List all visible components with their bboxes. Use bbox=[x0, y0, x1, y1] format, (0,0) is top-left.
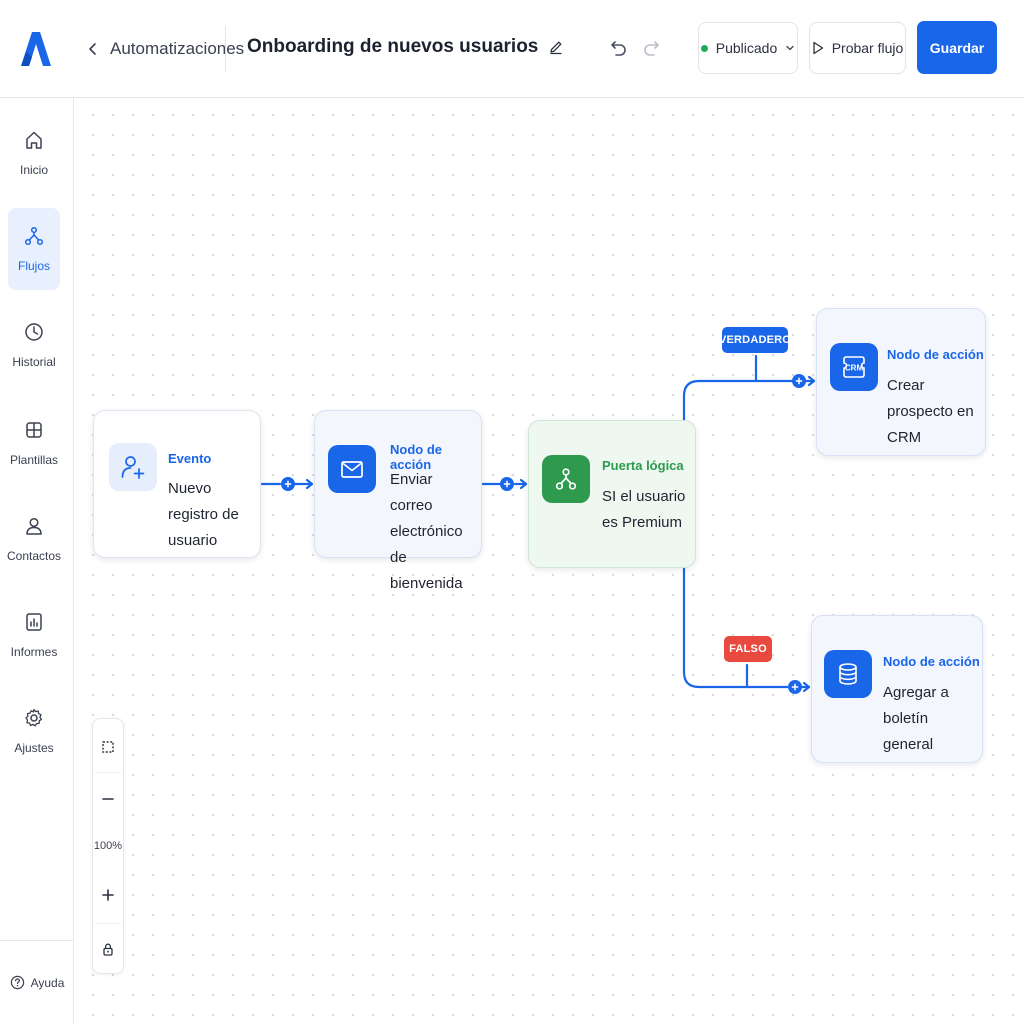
test-flow-label: Probar flujo bbox=[831, 40, 904, 56]
flow-title-container: Onboarding de nuevos usuarios bbox=[247, 36, 564, 58]
node-description: Agregar a boletín general bbox=[883, 684, 949, 753]
sidebar-item-label: Flujos bbox=[17, 259, 50, 273]
branch-true-tag: VERDADERO bbox=[719, 327, 791, 353]
zoom-in-button[interactable] bbox=[93, 875, 123, 915]
back-link[interactable]: Automatizaciones bbox=[86, 36, 244, 62]
help-link[interactable]: Ayuda bbox=[0, 940, 74, 1024]
sidebar-item-ajustes[interactable]: Ajustes bbox=[8, 690, 60, 772]
help-label: Ayuda bbox=[30, 975, 65, 990]
redo-icon[interactable] bbox=[640, 37, 662, 59]
plus-icon bbox=[791, 683, 799, 691]
newsletter-action-node[interactable]: Nodo de acción Agregar a boletín general bbox=[811, 615, 983, 763]
chevron-down-icon bbox=[786, 45, 794, 51]
node-kind-label: Nodo de acción bbox=[883, 654, 980, 669]
selection-icon bbox=[102, 741, 114, 753]
node-kind-label: Nodo de acción bbox=[887, 347, 984, 362]
crm-icon-text: CRM bbox=[845, 364, 864, 373]
gear-icon bbox=[25, 708, 43, 727]
plus-icon bbox=[102, 889, 114, 901]
lock-icon bbox=[103, 943, 113, 956]
sidebar: Inicio Flujos Historial Plantillas Conta… bbox=[0, 98, 74, 1024]
sidebar-item-label: Informes bbox=[10, 645, 58, 659]
add-step-button[interactable] bbox=[792, 374, 806, 388]
branch-false-tag: FALSO bbox=[724, 636, 772, 662]
save-button[interactable]: Guardar bbox=[917, 21, 997, 74]
node-kind-label: Evento bbox=[168, 451, 212, 466]
status-label: Publicado bbox=[715, 40, 778, 56]
node-description: Crear prospecto en CRM bbox=[887, 377, 974, 446]
crm-icon-box: CRM bbox=[830, 343, 878, 391]
sidebar-item-contactos[interactable]: Contactos bbox=[6, 498, 62, 580]
plus-icon bbox=[795, 377, 803, 385]
fit-view-button[interactable] bbox=[93, 727, 123, 767]
sidebar-item-label: Contactos bbox=[6, 549, 62, 563]
undo-icon[interactable] bbox=[608, 37, 630, 59]
database-icon bbox=[839, 663, 857, 685]
flows-icon bbox=[24, 226, 44, 246]
crm-action-node[interactable]: CRM Nodo de acción Crear prospecto en CR… bbox=[816, 308, 986, 456]
node-description: SI el usuario es Premium bbox=[602, 488, 686, 531]
sidebar-item-plantillas[interactable]: Plantillas bbox=[8, 402, 60, 484]
sidebar-item-informes[interactable]: Informes bbox=[8, 594, 60, 676]
minus-icon bbox=[102, 798, 114, 800]
add-step-button[interactable] bbox=[788, 680, 802, 694]
crm-icon: CRM bbox=[843, 356, 865, 378]
mail-icon bbox=[341, 461, 363, 478]
test-flow-button[interactable]: Probar flujo bbox=[809, 22, 906, 74]
add-step-button[interactable] bbox=[500, 477, 514, 491]
chevron-left-icon bbox=[89, 43, 96, 55]
logic-icon-box bbox=[542, 455, 590, 503]
sidebar-item-label: Plantillas bbox=[9, 453, 59, 467]
newsletter-icon-box bbox=[824, 650, 872, 698]
logic-gate-node[interactable]: Puerta lógica SI el usuario es Premium bbox=[528, 420, 696, 568]
divider bbox=[95, 923, 121, 924]
pencil-icon[interactable] bbox=[548, 39, 564, 55]
sidebar-item-inicio[interactable]: Inicio bbox=[8, 112, 60, 194]
sidebar-item-label: Ajustes bbox=[14, 741, 54, 755]
zoom-level: 100% bbox=[93, 840, 123, 852]
status-dropdown[interactable]: Publicado bbox=[698, 22, 798, 74]
chart-icon bbox=[26, 613, 42, 631]
user-icon bbox=[26, 517, 42, 535]
event-node[interactable]: Evento Nuevo registro de usuario bbox=[93, 410, 261, 558]
add-step-button[interactable] bbox=[281, 477, 295, 491]
sidebar-item-label: Historial bbox=[12, 355, 56, 369]
sidebar-item-flujos[interactable]: Flujos bbox=[8, 208, 60, 290]
user-plus-icon bbox=[121, 456, 145, 479]
top-bar: Automatizaciones Onboarding de nuevos us… bbox=[0, 0, 1024, 98]
page-title: Onboarding de nuevos usuarios bbox=[247, 36, 539, 57]
divider bbox=[225, 26, 226, 72]
node-description: Enviar correo electrónico de bienvenida bbox=[390, 471, 463, 592]
templates-icon bbox=[26, 422, 42, 438]
home-icon bbox=[26, 131, 42, 149]
node-description: Nuevo registro de usuario bbox=[168, 480, 239, 549]
play-icon bbox=[813, 41, 823, 55]
branch-icon bbox=[555, 468, 577, 490]
lock-canvas-button[interactable] bbox=[93, 929, 123, 969]
email-icon-box bbox=[328, 445, 376, 493]
plus-icon bbox=[284, 480, 292, 488]
event-icon-box bbox=[109, 443, 157, 491]
sidebar-item-label: Inicio bbox=[19, 163, 48, 177]
help-icon bbox=[10, 975, 24, 990]
status-dot bbox=[700, 44, 708, 52]
node-kind-label: Puerta lógica bbox=[602, 458, 684, 473]
zoom-out-button[interactable] bbox=[93, 779, 123, 819]
zoom-controls: 100% bbox=[92, 718, 124, 974]
sidebar-item-historial[interactable]: Historial bbox=[8, 304, 60, 386]
email-action-node[interactable]: Nodo de acción Enviar correo electrónico… bbox=[314, 410, 482, 592]
divider bbox=[95, 772, 121, 773]
plus-icon bbox=[503, 480, 511, 488]
app-logo[interactable] bbox=[18, 30, 52, 68]
clock-icon bbox=[25, 323, 43, 341]
